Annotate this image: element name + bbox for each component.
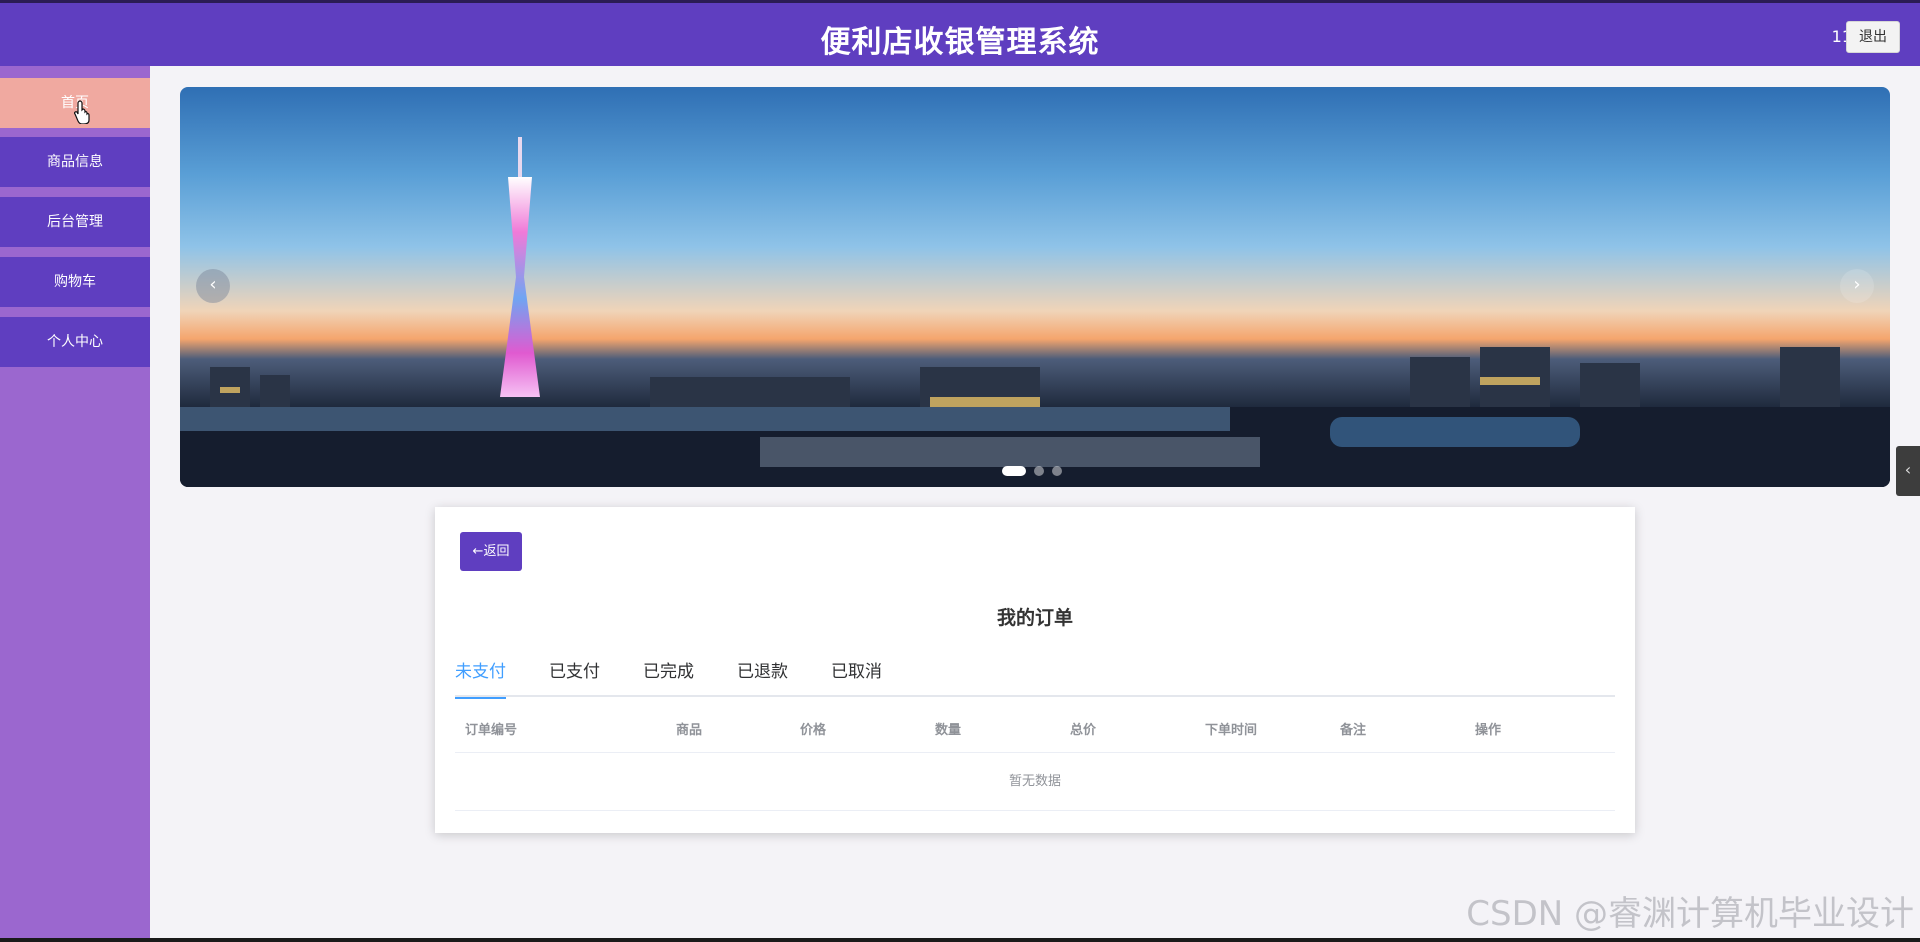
carousel-dot[interactable] [1052,465,1062,476]
tab-unpaid[interactable]: 未支付 [455,657,506,699]
hand-cursor-icon [74,100,90,124]
orders-panel: ←返回 我的订单 未支付 已支付 已完成 已退款 已取消 订单编号 商品 价格 … [435,507,1635,833]
sidebar-item-products[interactable]: 商品信息 [0,137,150,187]
logout-button[interactable]: 退出 [1846,21,1900,53]
column-header: 订单编号 [465,723,518,738]
orders-table-header: 订单编号 商品 价格 数量 总价 下单时间 备注 操作 [455,709,1615,753]
empty-table-message: 暂无数据 [455,753,1615,811]
sidebar-item-admin[interactable]: 后台管理 [0,197,150,247]
canton-tower-image [500,137,540,397]
order-status-tabs: 未支付 已支付 已完成 已退款 已取消 [455,657,1615,699]
sidebar: 首页 商品信息 后台管理 购物车 个人中心 [0,66,150,942]
carousel-prev-button[interactable]: ‹ [196,269,230,303]
carousel-dot[interactable] [1034,465,1044,476]
column-header: 操作 [1475,723,1502,738]
app-title: 便利店收银管理系统 [820,25,1100,60]
banner-carousel[interactable]: ‹ › [180,87,1890,487]
column-header: 数量 [935,723,962,738]
carousel-dot[interactable] [1002,465,1026,476]
tab-paid[interactable]: 已支付 [549,657,600,697]
column-header: 商品 [676,723,703,738]
carousel-indicators [1002,460,1070,476]
sidebar-item-profile[interactable]: 个人中心 [0,317,150,367]
bottom-border [0,938,1920,942]
page-title: 我的订单 [996,607,1073,629]
top-header: 便利店收银管理系统 11 退出 [0,0,1920,66]
tab-refunded[interactable]: 已退款 [737,657,788,697]
back-button[interactable]: ←返回 [460,532,522,571]
watermark: CSDN @睿渊计算机毕业设计 [1466,894,1914,934]
carousel-next-button[interactable]: › [1840,269,1874,303]
sidebar-item-cart[interactable]: 购物车 [0,257,150,307]
column-header: 价格 [800,723,827,738]
tab-cancelled[interactable]: 已取消 [831,657,882,697]
tab-completed[interactable]: 已完成 [643,657,694,697]
column-header: 备注 [1340,723,1367,738]
column-header: 总价 [1070,723,1097,738]
column-header: 下单时间 [1205,723,1258,738]
side-drawer-toggle[interactable]: ‹ [1896,446,1920,496]
